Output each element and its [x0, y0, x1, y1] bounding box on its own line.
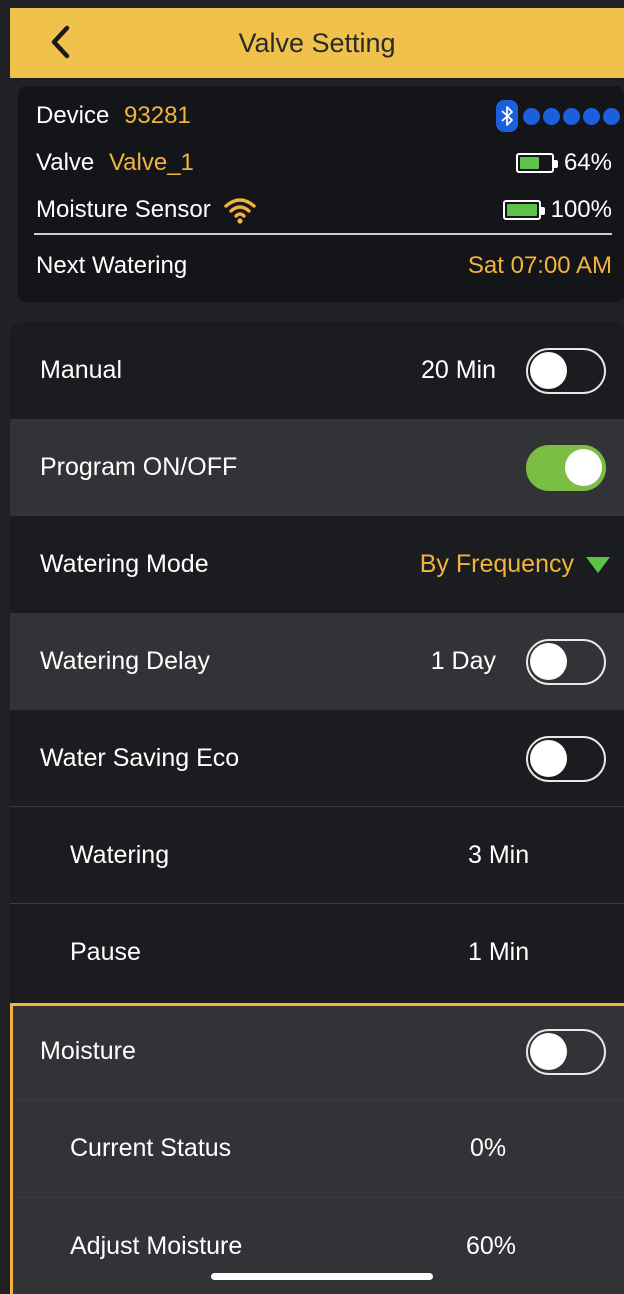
sensor-battery: 100%: [502, 196, 612, 224]
manual-duration[interactable]: 20 Min: [421, 356, 496, 385]
eco-watering-value: 3 Min: [468, 841, 530, 869]
valve-row: Valve Valve_1 64%: [36, 143, 612, 183]
adjust-moisture-label: Adjust Moisture: [70, 1232, 243, 1260]
signal-dot: [583, 107, 600, 125]
bluetooth-icon: [496, 100, 518, 132]
battery-icon: [515, 153, 558, 173]
device-row: Device 93281: [36, 96, 620, 136]
manual-toggle[interactable]: [526, 347, 606, 394]
water-saving-eco-toggle[interactable]: [526, 735, 606, 782]
next-watering-label: Next Watering: [36, 252, 188, 279]
device-id: 93281: [124, 102, 191, 129]
current-status-value: 0%: [470, 1134, 507, 1162]
dropdown-triangle-icon: [586, 556, 610, 573]
watering-mode-row: Watering Mode By Frequency: [10, 516, 624, 613]
eco-watering-label: Watering: [70, 841, 170, 869]
valve-label: Valve: [36, 149, 95, 176]
nav-header: Valve Setting: [10, 8, 624, 78]
sensor-row: Moisture Sensor 100%: [36, 190, 612, 230]
eco-pause-row[interactable]: Pause 1 Min: [10, 904, 624, 1001]
next-watering-row: Next Watering Sat 07:00 AM: [36, 246, 612, 286]
watering-mode-dropdown[interactable]: By Frequency: [420, 550, 610, 579]
settings-list: Manual 20 Min Program ON/OFF Watering Mo…: [10, 322, 624, 1294]
moisture-row: Moisture: [10, 1003, 624, 1100]
current-status-label: Current Status: [70, 1134, 232, 1162]
program-label: Program ON/OFF: [40, 453, 238, 481]
info-divider: [34, 233, 612, 235]
moisture-toggle[interactable]: [526, 1028, 606, 1075]
eco-watering-row[interactable]: Watering 3 Min: [10, 807, 624, 904]
wifi-icon: [224, 198, 256, 224]
watering-delay-toggle[interactable]: [526, 638, 606, 685]
watering-mode-label: Watering Mode: [40, 550, 209, 578]
water-saving-eco-label: Water Saving Eco: [40, 744, 240, 772]
valve-battery: 64%: [515, 149, 612, 177]
watering-delay-value[interactable]: 1 Day: [431, 647, 496, 676]
back-button[interactable]: [40, 22, 80, 62]
home-indicator: [211, 1273, 433, 1280]
water-saving-eco-row: Water Saving Eco: [10, 710, 624, 807]
adjust-moisture-value: 60%: [466, 1232, 517, 1260]
watering-mode-value: By Frequency: [419, 550, 574, 578]
bluetooth-signal: [496, 100, 620, 132]
valve-name: Valve_1: [108, 149, 194, 176]
device-info-card: Device 93281 Valve Valve_1 64% Moisture …: [18, 86, 624, 302]
back-chevron-icon: [51, 25, 70, 59]
valve-battery-percent: 64%: [563, 149, 612, 176]
watering-delay-label: Watering Delay: [40, 647, 210, 675]
manual-label: Manual: [40, 356, 122, 384]
moisture-label: Moisture: [40, 1037, 136, 1065]
signal-dot: [603, 107, 620, 125]
page-title: Valve Setting: [238, 27, 396, 58]
battery-icon: [502, 200, 545, 220]
eco-pause-value: 1 Min: [468, 938, 530, 966]
sensor-label: Moisture Sensor: [36, 196, 211, 223]
device-label: Device: [36, 102, 110, 129]
signal-dot: [563, 107, 580, 125]
sensor-battery-percent: 100%: [550, 196, 612, 223]
watering-delay-row: Watering Delay 1 Day: [10, 613, 624, 710]
eco-pause-label: Pause: [70, 938, 141, 966]
signal-dot: [543, 107, 560, 125]
program-toggle[interactable]: [526, 444, 606, 491]
manual-row: Manual 20 Min: [10, 322, 624, 419]
current-status-row: Current Status 0%: [10, 1100, 624, 1197]
program-row: Program ON/OFF: [10, 419, 624, 516]
signal-dot: [523, 107, 540, 125]
next-watering-time: Sat 07:00 AM: [467, 252, 612, 279]
